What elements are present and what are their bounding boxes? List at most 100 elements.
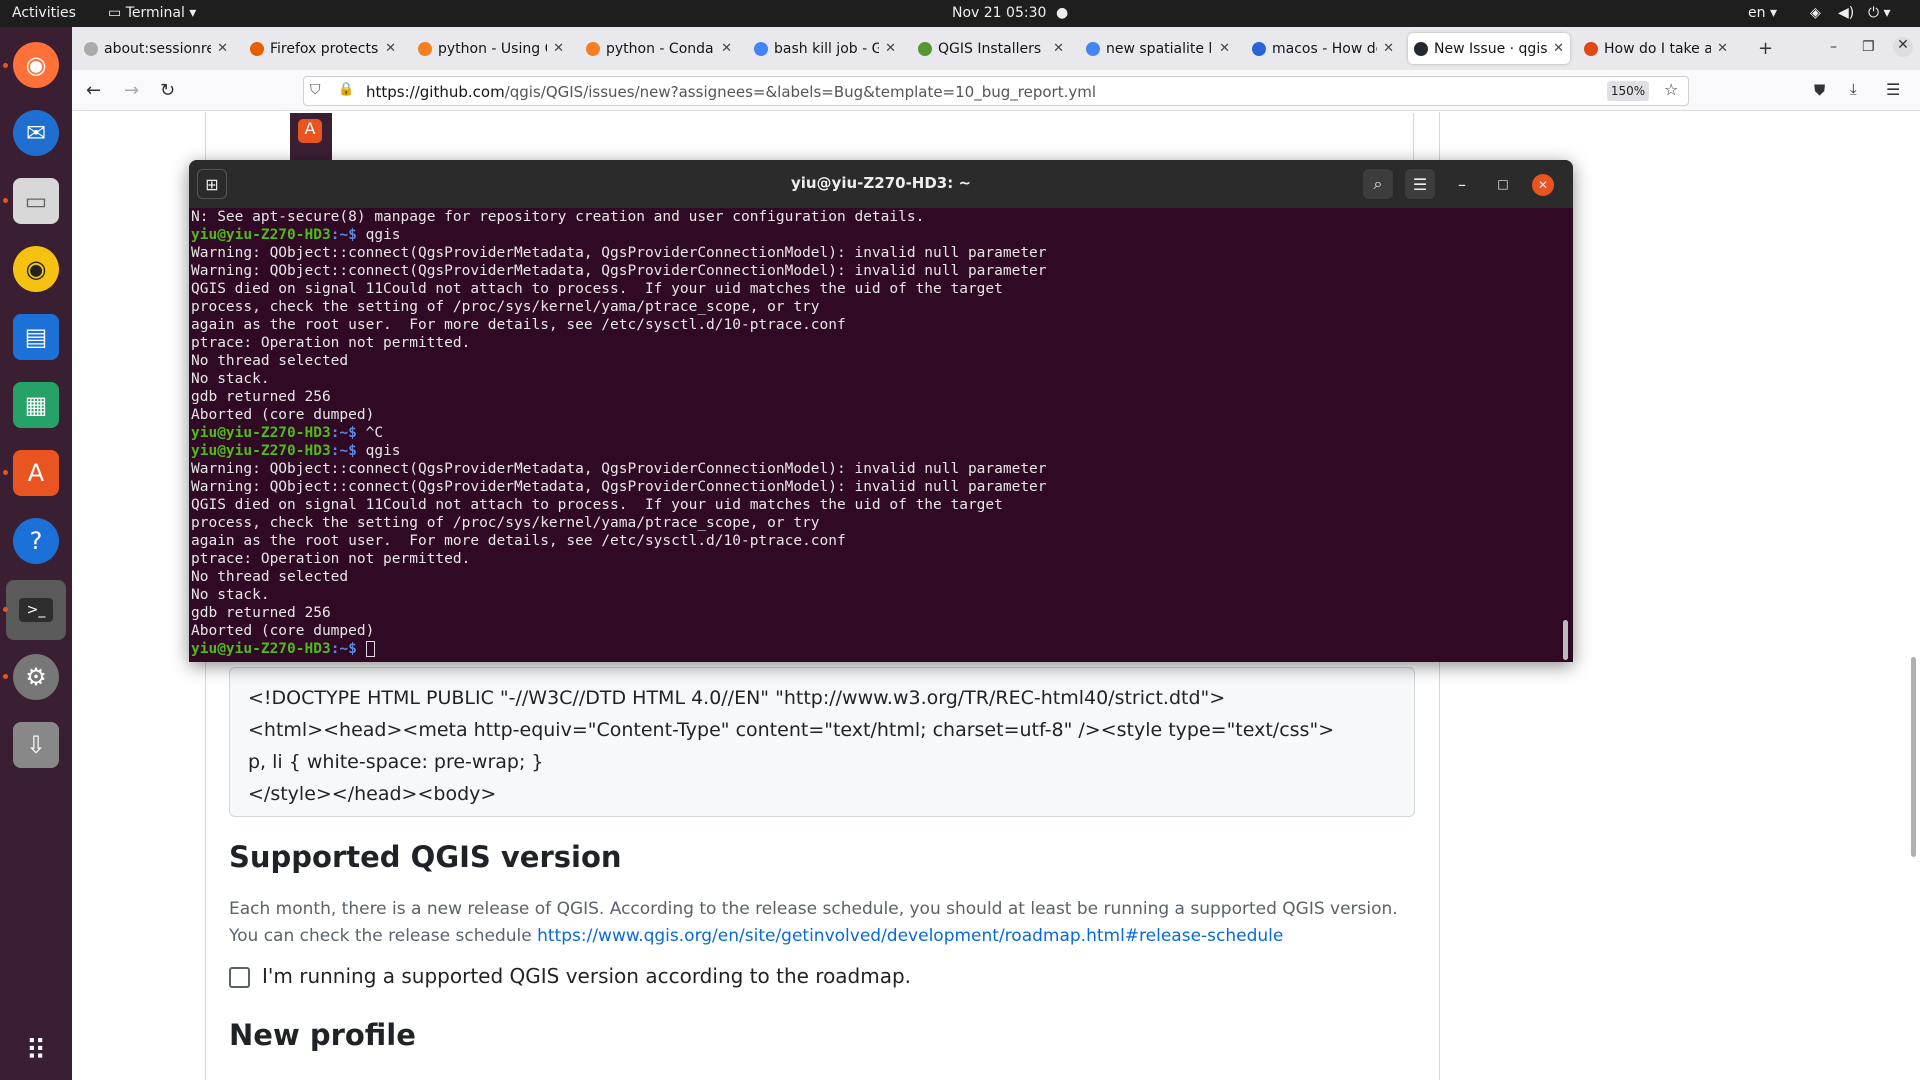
help-dock-icon[interactable]: ?	[13, 518, 59, 564]
volume-icon[interactable]: ◀)	[1838, 5, 1854, 21]
close-tab-icon[interactable]: ✕	[721, 41, 732, 56]
terminal-menu-icon[interactable]: ☰	[1405, 169, 1435, 199]
prompt-user: yiu@yiu-Z270-HD3	[191, 425, 331, 441]
usb-dock-icon[interactable]: ⇩	[13, 722, 59, 768]
activities-button[interactable]: Activities	[12, 5, 76, 21]
files-dock-icon[interactable]: ▭	[13, 178, 59, 224]
log-textarea[interactable]: <!DOCTYPE HTML PUBLIC "-//W3C//DTD HTML …	[229, 667, 1415, 817]
wifi-icon[interactable]: ◈	[1810, 5, 1821, 21]
close-tab-icon[interactable]: ✕	[1553, 41, 1564, 56]
shield-icon[interactable]: ⛉	[310, 82, 321, 98]
askubuntu-icon	[1584, 41, 1598, 56]
clock[interactable]: Nov 21 05:30	[952, 5, 1046, 21]
restore-window-icon[interactable]: ❐	[1862, 39, 1875, 55]
terminal-dock-icon[interactable]: >_	[6, 580, 66, 640]
line-text: ptrace: Operation not permitted.	[191, 551, 471, 567]
firefox-dock-icon[interactable]: ◉	[13, 42, 59, 88]
running-indicator	[3, 674, 8, 679]
close-tab-icon[interactable]: ✕	[217, 41, 228, 56]
line-text: Warning: QObject::connect(QgsProviderMet…	[191, 461, 1047, 477]
line-text: gdb returned 256	[191, 389, 331, 405]
browser-tab[interactable]: about:sessionresto ✕	[78, 33, 234, 64]
new-tab-button[interactable]: +	[1758, 38, 1773, 59]
rhythmbox-dock-icon[interactable]: ◉	[13, 246, 59, 292]
close-tab-icon[interactable]: ✕	[1053, 41, 1064, 56]
terminal-output-line: gdb returned 256	[191, 388, 1561, 406]
release-schedule-link[interactable]: https://www.qgis.org/en/site/getinvolved…	[537, 926, 1283, 946]
thunderbird-dock-icon[interactable]: ✉	[13, 110, 59, 156]
close-tab-icon[interactable]: ✕	[553, 41, 564, 56]
menu-icon[interactable]: ☰	[1886, 80, 1900, 99]
lock-icon[interactable]: 🔒	[338, 82, 354, 97]
browser-tab[interactable]: python - Conda ✕	[580, 33, 738, 64]
terminal-search-icon[interactable]: ⌕	[1363, 169, 1393, 199]
reload-icon[interactable]: ↻	[160, 80, 175, 101]
close-tab-icon[interactable]: ✕	[385, 41, 396, 56]
close-window-icon[interactable]: ✕	[1893, 37, 1913, 57]
settings-dock-icon[interactable]: ⚙	[13, 654, 59, 700]
checkbox-label[interactable]: I'm running a supported QGIS version acc…	[262, 964, 911, 988]
stackoverflow-icon	[586, 41, 600, 56]
terminal-output-line: Aborted (core dumped)	[191, 622, 1561, 640]
browser-tab[interactable]: New Issue · qgis/ ✕	[1408, 33, 1570, 64]
terminal-headerbar: ⊞ yiu@yiu-Z270-HD3: ~ ⌕ ☰ – □ ✕	[189, 160, 1573, 208]
forward-icon[interactable]: →	[124, 80, 139, 101]
terminal-output[interactable]: N: See apt-secure(8) manpage for reposit…	[191, 208, 1561, 662]
pocket-icon[interactable]: ⛊	[1814, 81, 1825, 99]
stackexchange-icon	[1252, 41, 1266, 56]
downloads-icon[interactable]: ⤓	[1850, 80, 1857, 98]
power-icon[interactable]: ⏻ ▾	[1868, 5, 1891, 21]
terminal-minimize-icon[interactable]: –	[1447, 169, 1477, 199]
line-text: No stack.	[191, 587, 270, 603]
notification-dot-icon: ●	[1056, 5, 1069, 21]
tab-title: How do I take a	[1604, 40, 1712, 57]
calc-dock-icon[interactable]: ▦	[13, 382, 59, 428]
line-text: Warning: QObject::connect(QgsProviderMet…	[191, 479, 1047, 495]
terminal-output-line: Aborted (core dumped)	[191, 406, 1561, 424]
browser-tab[interactable]: bash kill job - Go ✕	[748, 33, 902, 64]
terminal-maximize-icon[interactable]: □	[1488, 169, 1518, 199]
terminal-window: ⊞ yiu@yiu-Z270-HD3: ~ ⌕ ☰ – □ ✕ N: See a…	[189, 160, 1573, 662]
dropdown-arrow-icon: ▾	[184, 5, 197, 21]
close-tab-icon[interactable]: ✕	[885, 41, 896, 56]
page-scrollbar[interactable]	[1911, 657, 1916, 857]
firefox-icon	[250, 41, 264, 56]
terminal-output-line: N: See apt-secure(8) manpage for reposit…	[191, 208, 1561, 226]
close-tab-icon[interactable]: ✕	[1383, 41, 1394, 56]
zoom-level[interactable]: 150%	[1607, 81, 1649, 101]
url-bar[interactable]: ⛉ 🔒 https://github.com/qgis/QGIS/issues/…	[303, 76, 1689, 106]
show-apps-icon[interactable]: ⠿	[13, 1027, 59, 1073]
running-indicator	[3, 63, 8, 68]
terminal-prompt-line: yiu@yiu-Z270-HD3:~$ ^C	[191, 424, 1561, 442]
line-text: N: See apt-secure(8) manpage for reposit…	[191, 209, 925, 225]
terminal-output-line: ptrace: Operation not permitted.	[191, 550, 1561, 568]
line-text: Aborted (core dumped)	[191, 407, 375, 423]
terminal-app-menu[interactable]: ▭ Terminal ▾	[108, 5, 196, 21]
browser-tab[interactable]: QGIS Installers ✕	[912, 33, 1070, 64]
browser-tab[interactable]: python - Using Q ✕	[412, 33, 570, 64]
stackoverflow-icon	[418, 41, 432, 56]
terminal-scrollbar[interactable]	[1563, 620, 1568, 660]
software-dock-icon[interactable]: A	[13, 450, 59, 496]
browser-tab[interactable]: Firefox protects ✕	[244, 33, 402, 64]
terminal-output-line: ptrace: Operation not permitted.	[191, 334, 1561, 352]
prompt-user: yiu@yiu-Z270-HD3	[191, 227, 331, 243]
back-icon[interactable]: ←	[86, 80, 101, 101]
browser-tab[interactable]: macos - How do ✕	[1246, 33, 1400, 64]
software-icon: A	[298, 119, 322, 143]
writer-dock-icon[interactable]: ▤	[13, 314, 59, 360]
tab-title: about:sessionresto	[104, 40, 212, 57]
browser-tab[interactable]: How do I take a ✕	[1578, 33, 1734, 64]
terminal-output-line: No thread selected	[191, 352, 1561, 370]
minimize-window-icon[interactable]: –	[1830, 39, 1837, 55]
terminal-output-line: Warning: QObject::connect(QgsProviderMet…	[191, 478, 1561, 496]
browser-tab[interactable]: new spatialite la ✕	[1080, 33, 1236, 64]
terminal-close-icon[interactable]: ✕	[1532, 174, 1554, 196]
close-tab-icon[interactable]: ✕	[1219, 41, 1230, 56]
language-menu[interactable]: en ▾	[1748, 5, 1777, 21]
terminal-output-line: Warning: QObject::connect(QgsProviderMet…	[191, 244, 1561, 262]
supported-version-checkbox[interactable]	[229, 967, 250, 988]
terminal-prompt-line: yiu@yiu-Z270-HD3:~$	[191, 640, 1561, 658]
bookmark-star-icon[interactable]: ☆	[1664, 80, 1678, 99]
close-tab-icon[interactable]: ✕	[1717, 41, 1728, 56]
